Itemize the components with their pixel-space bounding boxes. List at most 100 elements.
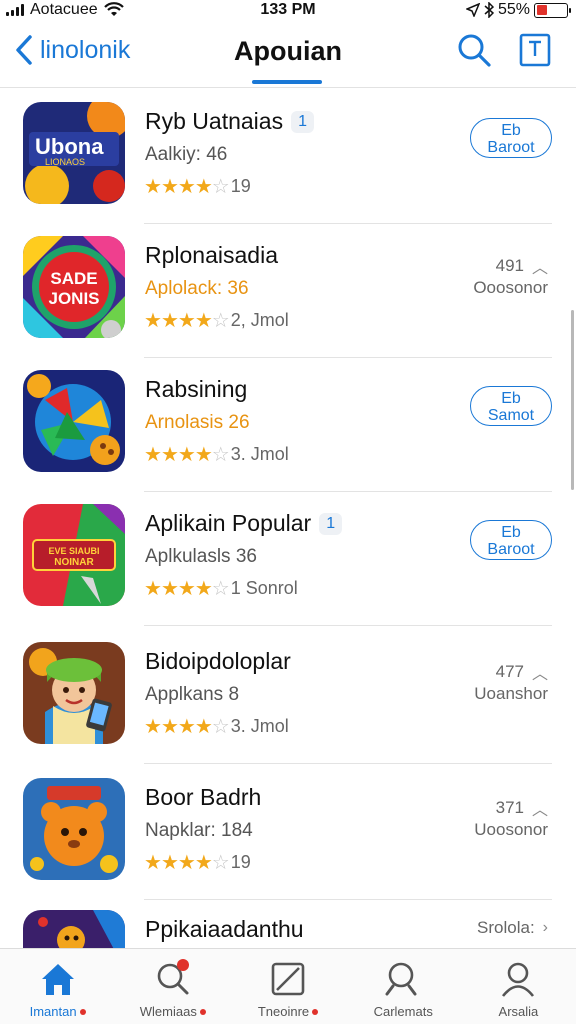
app-name: Ryb Uatnaias 1: [145, 108, 314, 135]
meta-subtitle: Uoanshor: [474, 684, 548, 703]
status-bar: Aotacuee 133 PM 55%: [0, 0, 576, 20]
tab-home[interactable]: Imantan: [0, 949, 115, 1024]
game-icon-1[interactable]: Ubona LIONAOS: [23, 102, 125, 204]
list-item[interactable]: Ppikaiaadanthu Srolola: ›: [0, 898, 576, 948]
tab-label: Tneoinre: [230, 1004, 345, 1019]
rating-text: 19: [230, 852, 251, 872]
rating-text: 19: [230, 176, 251, 196]
empty-star-icon: ☆: [211, 176, 230, 198]
app-subtitle: Aplkulasls 36: [145, 546, 257, 567]
chevron-up-icon: ︿: [531, 666, 548, 683]
chevron-up-icon: ︿: [531, 260, 548, 277]
download-meta: 491 ︿ Ooosonor: [473, 254, 548, 298]
star-icon: ★: [144, 176, 162, 198]
tab-label: Wlemiaas: [115, 1004, 230, 1019]
rating-text: 3. Jmol: [230, 716, 289, 736]
empty-star-icon: ☆: [211, 444, 230, 466]
scrollbar[interactable]: [571, 310, 574, 490]
svg-text:NOINAR: NOINAR: [54, 557, 94, 568]
get-button[interactable]: Eb Samot: [470, 386, 552, 426]
svg-text:LIONAOS: LIONAOS: [45, 157, 85, 167]
tab-search[interactable]: Wlemiaas: [115, 949, 230, 1024]
app-list: Ubona LIONAOS Ryb Uatnaias 1 Aalkiy: 46 ★…: [0, 90, 576, 948]
rating-text: 2, Jmol: [230, 310, 289, 330]
tab-updates[interactable]: Tneoinre: [230, 949, 345, 1024]
star-icon: ★: [177, 716, 196, 738]
app-name: Rabsining: [145, 376, 248, 402]
game-icon-5[interactable]: [23, 642, 125, 744]
document-icon[interactable]: [518, 32, 552, 68]
star-icon: ★: [177, 444, 196, 466]
empty-star-icon: ☆: [211, 310, 230, 332]
star-icon: ★: [160, 444, 179, 466]
half-star-icon: ★: [194, 852, 213, 874]
star-icon: ★: [177, 310, 196, 332]
rating-text: 3. Jmol: [230, 444, 289, 464]
star-icon: ★: [160, 310, 179, 332]
tab-bar: Imantan Wlemiaas Tneoinre Carlemats Arsa…: [0, 948, 576, 1024]
home-icon: [41, 964, 74, 995]
get-button[interactable]: Eb Baroot: [470, 118, 552, 158]
app-rating: ★★★★☆ 2, Jmol: [144, 308, 289, 333]
empty-star-icon: ☆: [211, 852, 230, 874]
list-item[interactable]: Boor Badrh Napklar: 184 ★★★★☆ 19 371 ︿ Uo…: [0, 766, 576, 900]
notification-dot: [199, 1009, 206, 1015]
empty-star-icon: ☆: [211, 716, 230, 738]
search-icon[interactable]: [456, 32, 492, 68]
svg-text:JONIS: JONIS: [48, 289, 99, 308]
game-icon-7[interactable]: [23, 910, 125, 948]
list-item[interactable]: SADE JONIS Rplonaisadia Aplolack: 36 ★★★…: [0, 224, 576, 358]
star-icon: ★: [160, 716, 179, 738]
download-meta: 371 ︿ Uoosonor: [474, 796, 548, 840]
list-item[interactable]: EVE SIAUBI NOINAR Aplikain Popular 1 Aplk…: [0, 492, 576, 626]
game-icon-4[interactable]: EVE SIAUBI NOINAR: [23, 504, 125, 606]
svg-text:SADE: SADE: [50, 269, 97, 288]
app-name: Bidoipdoloplar: [145, 648, 291, 674]
star-icon: ★: [177, 176, 196, 198]
title-underline: [252, 80, 322, 84]
app-subtitle: Aplolack: 36: [145, 278, 249, 299]
empty-star-icon: ☆: [211, 578, 230, 600]
tab-categories[interactable]: Carlemats: [346, 949, 461, 1024]
bluetooth-icon: [484, 2, 494, 18]
count-badge: 1: [319, 513, 343, 535]
meta-subtitle: Ooosonor: [473, 278, 548, 297]
app-rating: ★★★★☆ 19: [144, 174, 251, 199]
half-star-icon: ★: [194, 176, 213, 198]
game-icon-3[interactable]: [23, 370, 125, 472]
get-button[interactable]: Eb Baroot: [470, 520, 552, 560]
star-icon: ★: [144, 716, 162, 738]
square-slash-icon: [271, 962, 305, 996]
download-count: Srolola:: [477, 918, 535, 937]
notification-dot: [312, 1009, 319, 1015]
app-subtitle: Arnolasis 26: [145, 412, 250, 433]
battery-icon: [534, 2, 571, 18]
game-icon-6[interactable]: [23, 778, 125, 880]
star-icon: ★: [144, 578, 162, 600]
list-item[interactable]: Rabsining Arnolasis 26 ★★★★☆ 3. Jmol Eb …: [0, 358, 576, 492]
meta-subtitle: Uoosonor: [474, 820, 548, 839]
star-icon: ★: [194, 310, 213, 332]
app-rating: ★★★★☆ 3. Jmol: [144, 442, 289, 467]
game-icon-2[interactable]: SADE JONIS: [23, 236, 125, 338]
star-icon: ★: [144, 310, 162, 332]
star-icon: ★: [160, 852, 179, 874]
tab-label: Carlemats: [373, 1004, 433, 1019]
app-name: Aplikain Popular 1: [145, 510, 343, 537]
tab-label: Arsalia: [498, 1004, 539, 1019]
star-icon: ★: [177, 578, 196, 600]
chevron-up-icon: ︿: [531, 802, 548, 819]
star-icon: ★: [144, 852, 162, 874]
star-rating: ★★★★☆: [144, 714, 230, 739]
tab-account[interactable]: Arsalia: [461, 949, 576, 1024]
star-icon: ★: [194, 716, 213, 738]
divider: [144, 625, 552, 626]
download-count: 491: [495, 256, 524, 275]
list-item[interactable]: Ubona LIONAOS Ryb Uatnaias 1 Aalkiy: 46 ★…: [0, 90, 576, 224]
app-name: Ppikaiaadanthu: [145, 916, 304, 942]
list-item[interactable]: Bidoipdoloplar Applkans 8 ★★★★☆ 3. Jmol …: [0, 630, 576, 764]
star-icon: ★: [160, 176, 179, 198]
star-icon: ★: [160, 578, 179, 600]
person-icon: [502, 962, 535, 997]
notification-dot: [79, 1009, 86, 1015]
